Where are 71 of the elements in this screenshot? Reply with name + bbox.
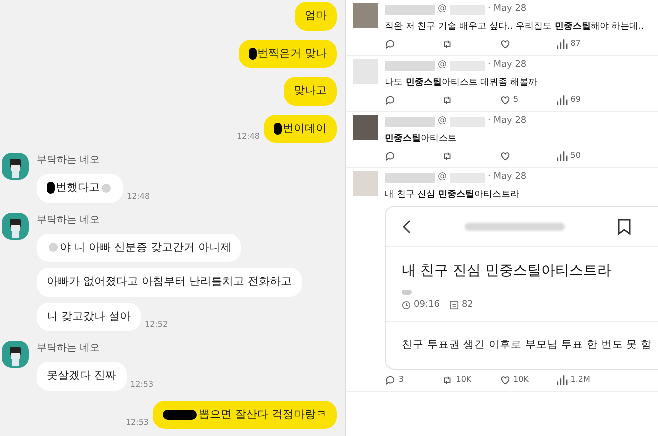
message-time: 12:53 <box>130 378 154 390</box>
like-button[interactable]: 10K <box>500 374 557 386</box>
message-text: 야 니 아빠 신분증 갖고간거 아니제 <box>60 240 232 256</box>
message-text: 아빠가 없어졌다고 아침부터 난리를치고 전화하고 <box>47 274 292 290</box>
message-text: 못살겠다 진짜 <box>47 368 116 384</box>
post-date: · May 28 <box>488 171 527 184</box>
heart-icon <box>500 94 510 106</box>
views-button[interactable]: 87 <box>556 38 614 50</box>
avatar <box>353 59 378 84</box>
tweet-text: 내 친구 진심 민중스틸아티스트라 <box>385 188 521 202</box>
bar-chart-icon <box>556 150 568 162</box>
clock-icon <box>402 301 411 310</box>
views-button[interactable]: 1.2M <box>556 374 614 386</box>
message-time: 12:48 <box>236 131 260 143</box>
comment-icon <box>385 38 396 50</box>
repost-icon <box>442 94 454 106</box>
heart-icon <box>500 150 510 162</box>
post-time: 09:16 <box>414 299 440 312</box>
repost-icon <box>442 374 454 386</box>
blurred-name <box>385 116 435 127</box>
message-text: 번했다고 <box>56 180 100 196</box>
post-date: · May 28 <box>488 59 527 72</box>
user-handle: @ <box>438 59 447 72</box>
sender-name: 부탁하는 네오 <box>37 214 102 228</box>
heart-icon <box>500 38 510 50</box>
avatar <box>353 115 378 140</box>
post-title: 내 친구 진심 민중스틸아티스트라 <box>402 262 612 281</box>
comment-count: 82 <box>462 299 474 312</box>
comment-icon <box>385 94 396 106</box>
message-text: 엄마 <box>305 8 327 24</box>
blurred-name <box>385 172 435 183</box>
comment-icon <box>385 150 396 162</box>
views-button[interactable]: 50 <box>556 150 614 162</box>
message-text: 번찍은거 맞나 <box>258 46 327 62</box>
back-icon[interactable] <box>402 220 412 234</box>
views-button[interactable]: 69 <box>556 94 614 106</box>
post-body: 친구 투표권 생긴 이후로 부모님 투표 한 번도 못 함 <box>401 338 654 352</box>
message-text: 맞나고 <box>294 83 327 99</box>
message-text: 번이데이 <box>283 120 327 136</box>
user-handle: @ <box>438 171 447 184</box>
blurred-name <box>385 4 435 15</box>
post-date: · May 28 <box>488 3 527 16</box>
tweet-text: 민중스틸아티스트 <box>385 132 458 146</box>
user-handle: @ <box>438 3 447 16</box>
repost-icon <box>442 150 454 162</box>
bar-chart-icon <box>556 38 568 50</box>
message-time: 12:53 <box>126 417 149 429</box>
blurred-name <box>385 60 435 71</box>
blurred-author <box>402 290 412 295</box>
message-text: 뽑으면 잘산다 걱정마랑ㅋ <box>199 406 327 422</box>
comment-icon <box>385 374 396 386</box>
post-date: · May 28 <box>488 115 527 128</box>
avatar <box>353 3 378 28</box>
message-time: 12:52 <box>145 319 168 331</box>
bar-chart-icon <box>556 94 568 106</box>
avatar <box>353 171 378 196</box>
heart-icon <box>500 374 510 386</box>
sender-name: 부탁하는 네오 <box>37 342 102 356</box>
tweet-text: 직완 저 친구 기술 배우고 싶다.. 우리집도 민중스틸해야 하는데.. <box>385 20 646 34</box>
tweet-text: 나도 민중스틸아티스트 데뷔좀 해볼까 <box>385 76 539 90</box>
message-time: 12:48 <box>127 190 150 202</box>
sender-name: 부탁하는 네오 <box>37 154 102 168</box>
bar-chart-icon <box>556 374 568 386</box>
bookmark-icon[interactable] <box>618 218 631 234</box>
reply-button[interactable]: 3 <box>385 374 442 386</box>
retweet-button[interactable]: 10K <box>442 374 500 386</box>
repost-icon <box>442 38 454 50</box>
comment-box-icon <box>450 301 459 310</box>
message-text: 니 갖고갔나 설아 <box>47 308 131 324</box>
user-handle: @ <box>438 115 447 128</box>
like-button[interactable]: 5 <box>500 94 557 106</box>
